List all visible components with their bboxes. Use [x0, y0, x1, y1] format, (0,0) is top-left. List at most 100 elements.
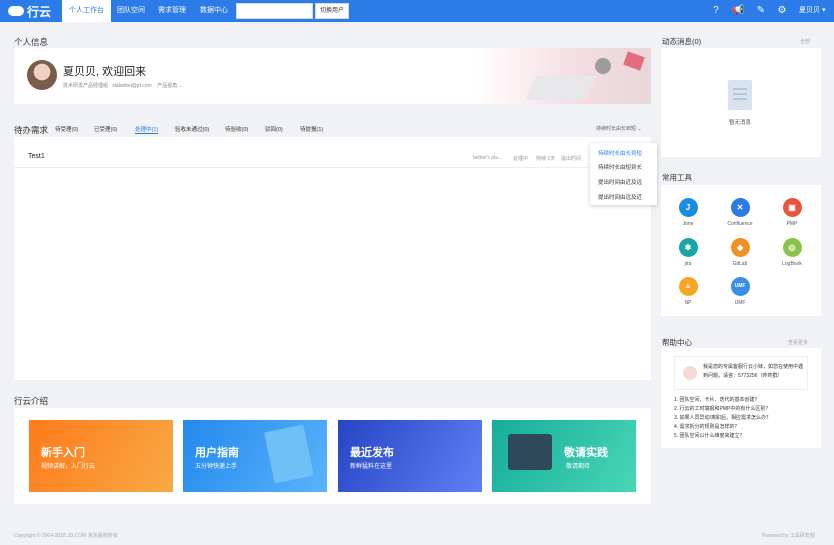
messages-all-link[interactable]: 全部: [800, 38, 810, 45]
tool-pmp[interactable]: ▣ PMP: [772, 198, 812, 227]
help-icon[interactable]: ?: [710, 5, 722, 17]
faq-item[interactable]: 2. 行云的工时填报和PMP中的有什么区别？: [674, 405, 770, 412]
tool-umf[interactable]: UMF UMF: [720, 277, 760, 306]
card-title: 新手入门: [41, 447, 85, 459]
empty-messages-text: 暂无消息: [729, 120, 752, 126]
banner-decoration: [595, 58, 611, 74]
user-menu[interactable]: 夏贝贝 ▾: [799, 0, 825, 22]
banner-decoration: [525, 76, 597, 100]
task-created: 提出时间: [561, 156, 582, 162]
sort-select[interactable]: 持续时长由长到短 ⌄: [596, 125, 642, 132]
user-name: 夏贝贝: [799, 7, 820, 14]
chevron-down-icon: ⌄: [637, 126, 642, 132]
pen-icon[interactable]: ✎: [755, 5, 767, 17]
gear-icon[interactable]: ⚙: [776, 5, 788, 17]
tools-title: 常用工具: [662, 173, 692, 182]
tab-accepted[interactable]: 已受理(0): [94, 125, 117, 133]
card-practice[interactable]: 敬请实践 敬请期待: [492, 420, 636, 492]
footer-powered: Powered by 工具研发部: [762, 533, 815, 539]
intro-title: 行云介绍: [14, 396, 49, 406]
sort-option[interactable]: 提出时间由近及远: [598, 178, 642, 186]
tab-in-progress[interactable]: 处理中(1): [135, 125, 159, 134]
user-details: 技术研发产品经理组 xiabeibei@jd.com 产品视角 ⌄: [63, 82, 183, 89]
tool-label: NP: [684, 300, 692, 306]
tab-acceptance-failed[interactable]: 验收未通过(0): [175, 125, 209, 133]
help-more-link[interactable]: 查看更多: [788, 339, 808, 346]
book-icon: [264, 424, 314, 484]
task-title[interactable]: Test1: [28, 153, 45, 160]
messages-title: 动态消息(0): [662, 37, 702, 46]
help-intro-box: 我是您的专属客服行云小妹，如您在使用中遇到问题，请咨：5773256（咚咚群）: [674, 356, 808, 390]
support-avatar: [683, 366, 697, 380]
tool-label: LogBook: [782, 261, 802, 267]
search-input[interactable]: [236, 3, 313, 19]
help-intro-text: 我是您的专属客服行云小妹，如您在使用中遇到问题，请咨：5773256（咚咚群）: [703, 364, 804, 379]
tool-label: GitLab: [732, 261, 748, 267]
nav-tab-workbench[interactable]: 个人工作台: [62, 0, 111, 22]
tool-gitlab[interactable]: ◆ GitLab: [720, 238, 760, 267]
dept-text: 技术研发产品经理组: [63, 83, 109, 89]
np-icon: ≡: [678, 277, 698, 296]
task-status: 处理中: [513, 156, 529, 162]
card-subtitle: 视频讲解，入门行云: [41, 464, 96, 470]
switch-user-button[interactable]: 切换用户: [315, 3, 349, 19]
sort-option[interactable]: 持续时长由长到短: [598, 149, 642, 157]
task-duration: 持续 1天: [536, 156, 556, 162]
card-subtitle: 新鲜猛料在这里: [350, 464, 393, 470]
help-title: 帮助中心: [662, 338, 692, 347]
confluence-icon: ✕: [730, 198, 750, 217]
jira-icon: ✱: [678, 238, 698, 257]
monitor-icon: [508, 434, 552, 470]
role-select[interactable]: 产品视角 ⌄: [157, 83, 183, 89]
sort-option[interactable]: 持续时长由短到长: [598, 163, 642, 171]
tool-jira[interactable]: ✱ jira: [668, 238, 708, 267]
tool-label: Confluence: [727, 221, 753, 227]
faq-item[interactable]: 4. 需求拆分的规则是怎样的？: [674, 423, 740, 430]
app-logo[interactable]: 行云: [8, 3, 51, 19]
tool-confluence[interactable]: ✕ Confluence: [720, 198, 760, 227]
tool-jone[interactable]: J Jone: [668, 198, 708, 227]
nav-tab-data-center[interactable]: 数据中心: [195, 0, 233, 22]
footer-copyright: Copyright © 2004-2018 JD.COM 京东版权所有: [14, 533, 118, 539]
card-beginner[interactable]: 新手入门 视频讲解，入门行云: [29, 420, 173, 492]
faq-item[interactable]: 5. 团队空间以什么维度来建立？: [674, 432, 745, 439]
email-text: xiabeibei@jd.com: [112, 83, 152, 89]
tool-label: UMF: [734, 300, 746, 306]
card-user-guide[interactable]: 用户指南 五分钟快速上手: [183, 420, 327, 492]
tab-rejected[interactable]: 驳回(0): [265, 125, 283, 133]
tab-to-verify[interactable]: 待验收(0): [225, 125, 248, 133]
banner-decoration: [623, 51, 645, 71]
role-text: 产品视角: [157, 83, 178, 89]
tool-logbook[interactable]: ◎ LogBook: [772, 238, 812, 267]
sort-option[interactable]: 提出时间由远及近: [598, 193, 642, 201]
jone-icon: J: [678, 198, 698, 217]
card-title: 用户指南: [195, 447, 239, 459]
pending-list-panel: [14, 137, 651, 380]
card-subtitle: 五分钟快速上手: [195, 464, 238, 470]
tool-np[interactable]: ≡ NP: [668, 277, 708, 306]
card-recent-release[interactable]: 最近发布 新鲜猛料在这里: [338, 420, 482, 492]
tool-label: PMP: [786, 221, 798, 227]
card-title: 敬请实践: [564, 447, 608, 459]
tab-to-submit[interactable]: 待提报(1): [300, 125, 323, 133]
tab-to-accept[interactable]: 待受理(0): [55, 125, 78, 133]
faq-item[interactable]: 1. 团队空间、卡片、迭代的基本创建？: [674, 396, 760, 403]
top-nav-bar: 行云 个人工作台 团队空间 需求管理 数据中心 切换用户 ? 📢 ✎ ⚙ 夏贝贝…: [0, 0, 834, 22]
app-logo-text: 行云: [27, 4, 52, 19]
pending-tabs: 待受理(0) 已受理(0) 处理中(1) 验收未通过(0) 待验收(0) 驳回(…: [14, 119, 651, 135]
nav-tab-team-space[interactable]: 团队空间: [113, 0, 149, 22]
table-row[interactable]: Test1 beibei's pla... 处理中 持续 1天 提出时间: [14, 146, 651, 168]
cloud-logo-icon: [8, 6, 24, 16]
announcement-icon[interactable]: 📢: [732, 5, 744, 17]
tool-label: jira: [684, 261, 692, 267]
banner-image: [470, 48, 651, 104]
avatar[interactable]: [27, 60, 57, 90]
card-subtitle: 敬请期待: [566, 464, 591, 470]
tool-label: Jone: [682, 221, 694, 227]
welcome-text: 夏贝贝, 欢迎回来: [63, 66, 147, 78]
chevron-down-icon: ⌄: [178, 83, 183, 89]
faq-item[interactable]: 3. 如果人员异动/离职后，相应需求怎么办？: [674, 414, 771, 421]
nav-tab-requirements[interactable]: 需求管理: [152, 0, 192, 22]
sort-label-text: 持续时长由长到短: [596, 126, 637, 132]
gitlab-icon: ◆: [730, 238, 750, 257]
